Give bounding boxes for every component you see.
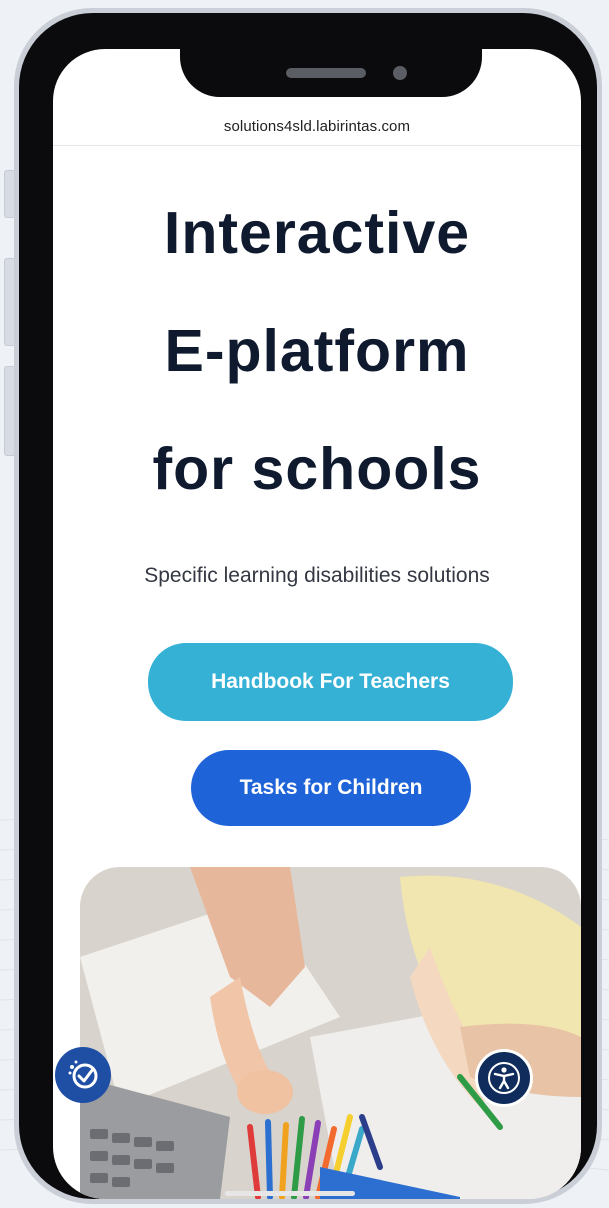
accessibility-icon [488, 1062, 520, 1094]
handbook-for-teachers-button[interactable]: Handbook For Teachers [148, 643, 513, 721]
speaker [286, 68, 366, 78]
hero-title-line-1: Interactive [163, 200, 471, 266]
hero-photo [80, 867, 581, 1199]
hero-subtitle: Specific learning disabilities solutions [144, 564, 490, 587]
magic-check-button[interactable] [55, 1047, 111, 1103]
phone-bezel: solutions4sld.labirintas.com Interactive… [19, 13, 597, 1199]
magic-check-icon [68, 1060, 98, 1089]
notch [180, 35, 482, 97]
accessibility-button[interactable] [475, 1049, 533, 1107]
front-camera [393, 66, 407, 80]
hero-title-line-2: E-platform [164, 318, 470, 384]
hero-title-line-3: for schools [152, 436, 482, 502]
phone-frame: solutions4sld.labirintas.com Interactive… [14, 8, 602, 1204]
home-indicator [225, 1191, 355, 1196]
url-bar[interactable]: solutions4sld.labirintas.com [53, 107, 581, 146]
screen: solutions4sld.labirintas.com Interactive… [53, 49, 581, 1199]
tasks-for-children-button[interactable]: Tasks for Children [191, 750, 471, 826]
hero-title: Interactive E-platform for schools [53, 174, 581, 528]
